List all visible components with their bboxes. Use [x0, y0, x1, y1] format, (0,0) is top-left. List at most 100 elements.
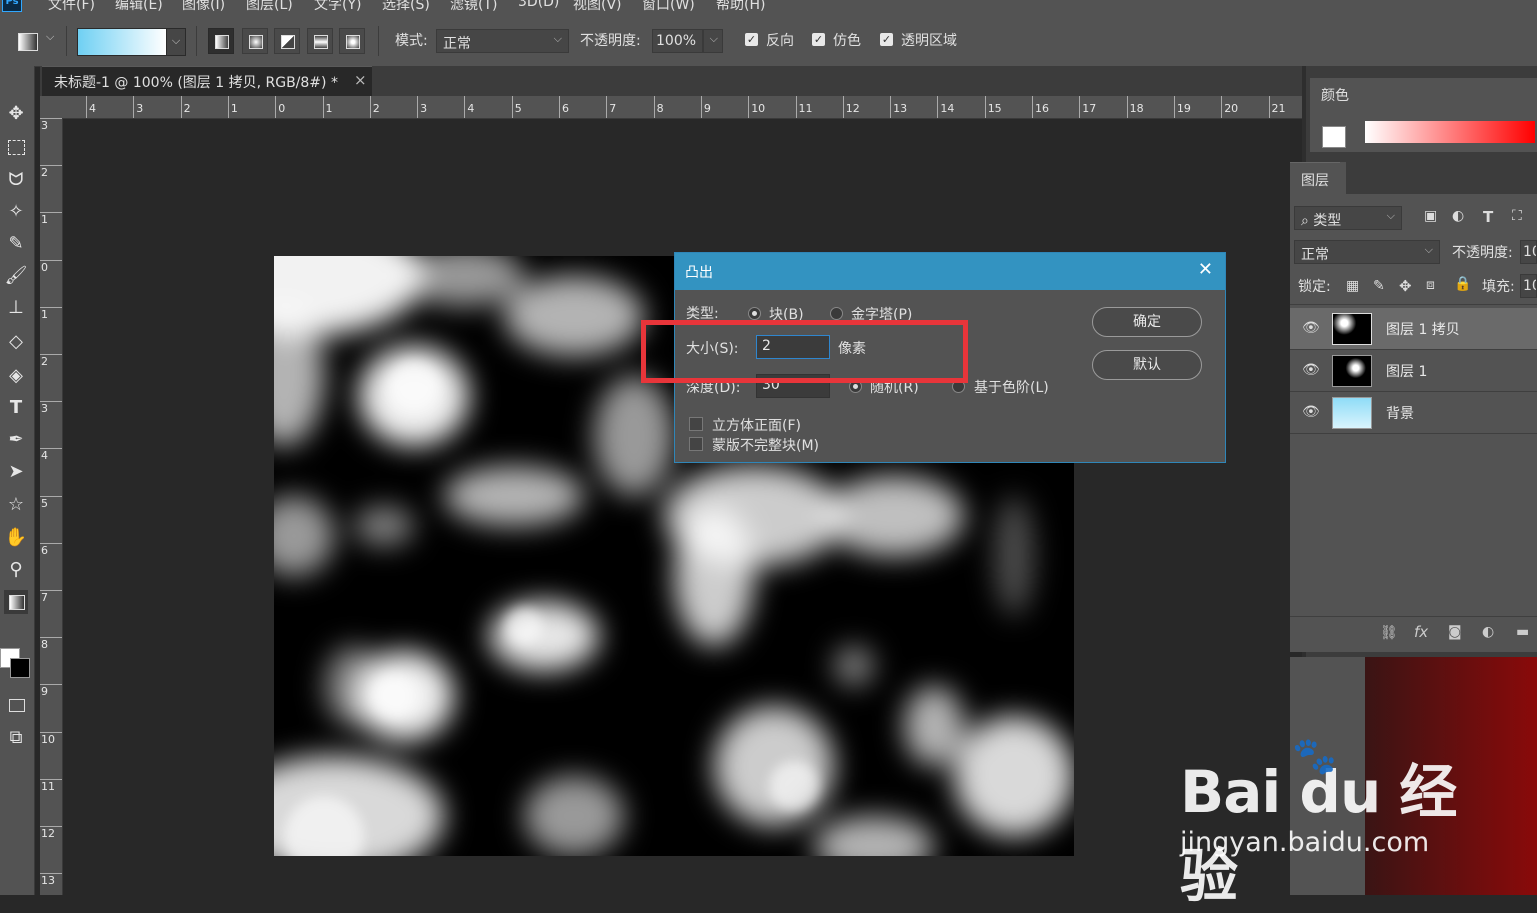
diamond-gradient-button[interactable] — [339, 28, 365, 54]
vertical-ruler[interactable]: 3 2 1 0 1 2 3 4 5 6 7 8 9 10 11 12 13 — [40, 118, 63, 895]
tab-color[interactable]: 颜色 — [1310, 78, 1360, 110]
ruler-tick-label: 11 — [795, 96, 813, 118]
quick-mask-icon[interactable] — [4, 694, 28, 718]
color-ramp-slider[interactable] — [1365, 121, 1535, 143]
shape-tool-icon[interactable]: ☆ — [4, 493, 28, 517]
ruler-tick-label: 4 — [464, 96, 474, 118]
move-tool-icon[interactable]: ✥ — [4, 102, 28, 126]
adjustment-layer-icon[interactable]: ◐ — [1482, 624, 1494, 640]
linear-gradient-button[interactable] — [208, 28, 234, 54]
default-button[interactable]: 默认 — [1092, 350, 1202, 380]
layer-filter-dropdown[interactable]: ⌕ 类型 ⌵ — [1294, 206, 1402, 230]
menu-3d[interactable]: 3D(D) — [518, 0, 559, 10]
new-group-icon[interactable]: ▬ — [1516, 624, 1529, 640]
menu-file[interactable]: 文件(F) — [48, 0, 95, 14]
gradient-preview-swatch[interactable] — [77, 28, 167, 56]
chevron-down-icon: ⌵ — [1424, 243, 1433, 256]
menu-image[interactable]: 图像(I) — [182, 0, 225, 14]
fx-icon[interactable]: fx — [1414, 623, 1428, 641]
menu-view[interactable]: 视图(V) — [573, 0, 622, 14]
blend-mode-dropdown[interactable]: 正常 ⌵ — [1294, 240, 1440, 264]
visibility-eye-icon[interactable]: 👁 — [1302, 320, 1320, 336]
adjustment-filter-icon[interactable]: ◐ — [1452, 208, 1464, 224]
menu-type[interactable]: 文字(Y) — [314, 0, 361, 14]
radial-gradient-button[interactable] — [242, 28, 268, 54]
lock-transparent-icon[interactable]: ▦ — [1346, 278, 1359, 294]
magic-wand-tool-icon[interactable]: ✧ — [4, 200, 28, 224]
opacity-dropdown-chevron[interactable]: ⌵ — [703, 29, 723, 53]
ruler-tick-label: 16 — [1032, 96, 1049, 118]
path-selection-tool-icon[interactable]: ➤ — [4, 460, 28, 484]
menu-edit[interactable]: 编辑(E) — [115, 0, 163, 14]
ok-button[interactable]: 确定 — [1092, 307, 1202, 337]
gradient-tool-icon[interactable] — [18, 33, 38, 51]
eraser-tool-icon[interactable]: ◇ — [4, 330, 28, 354]
link-layers-icon[interactable]: ⛓ — [1380, 625, 1398, 641]
fill-value: 10 — [1523, 278, 1536, 294]
shape-filter-icon[interactable]: ⛶ — [1512, 208, 1522, 224]
ruler-tick-label: 10 — [748, 96, 765, 118]
foreground-color-swatch[interactable] — [1322, 126, 1346, 148]
close-icon[interactable]: × — [354, 71, 367, 89]
dither-label: 仿色 — [833, 33, 861, 49]
layer-opacity-input[interactable]: 10 — [1520, 240, 1537, 264]
mask-incomplete-checkbox[interactable] — [689, 437, 703, 451]
background-color-swatch[interactable] — [10, 658, 30, 678]
dither-checkbox[interactable]: ✓ — [812, 33, 825, 46]
ruler-tick-label: 10 — [40, 731, 62, 772]
lasso-tool-icon[interactable]: ᗢ — [4, 168, 28, 192]
close-icon[interactable]: ✕ — [1198, 259, 1213, 280]
dialog-title: 凸出 — [685, 265, 713, 281]
ruler-tick-label: 6 — [559, 96, 569, 118]
type-filter-icon[interactable]: T — [1483, 208, 1493, 226]
chevron-down-icon[interactable]: ⌵ — [46, 30, 54, 44]
marquee-tool-icon[interactable] — [4, 136, 28, 160]
visibility-eye-icon[interactable]: 👁 — [1302, 362, 1320, 378]
type-block-radio[interactable] — [748, 307, 761, 320]
document-tab[interactable]: 未标题-1 @ 100% (图层 1 拷贝, RGB/8#) * × — [42, 66, 372, 96]
menu-filter[interactable]: 滤镜(T) — [450, 0, 497, 14]
add-mask-icon[interactable]: ◙ — [1448, 624, 1462, 640]
ruler-tick-label: 8 — [653, 96, 664, 118]
menu-help[interactable]: 帮助(H) — [716, 0, 765, 14]
transparency-checkbox[interactable]: ✓ — [880, 33, 893, 46]
menu-window[interactable]: 窗口(W) — [642, 0, 695, 14]
mode-dropdown[interactable]: 正常 ⌵ — [436, 29, 569, 53]
layer-filter-label: 类型 — [1313, 213, 1342, 229]
hand-tool-icon[interactable]: ✋ — [4, 526, 28, 550]
layer-row[interactable]: 👁 图层 1 — [1290, 350, 1537, 392]
reflected-gradient-button[interactable] — [307, 28, 333, 54]
visibility-eye-icon[interactable]: 👁 — [1302, 404, 1320, 420]
dialog-titlebar[interactable]: 凸出 ✕ — [675, 253, 1225, 290]
opacity-value: 100% — [656, 33, 697, 49]
layer-row[interactable]: 👁 图层 1 拷贝 — [1290, 308, 1537, 350]
brush-tool-icon[interactable]: 🖌 — [4, 264, 28, 288]
paint-bucket-tool-icon[interactable]: ◈ — [4, 364, 28, 388]
pen-tool-icon[interactable]: ✒ — [4, 428, 28, 452]
angle-gradient-button[interactable] — [274, 28, 300, 54]
ruler-tick-label: 19 — [1173, 96, 1191, 118]
tab-layers[interactable]: 图层 — [1290, 162, 1340, 194]
lock-artboard-icon[interactable]: ⧈ — [1426, 277, 1435, 293]
opacity-input[interactable]: 100% — [652, 29, 703, 53]
menu-select[interactable]: 选择(S) — [382, 0, 430, 14]
eyedropper-tool-icon[interactable]: ✎ — [4, 232, 28, 256]
fill-input[interactable]: 10 — [1520, 274, 1537, 298]
lock-position-icon[interactable]: ✥ — [1399, 277, 1412, 295]
gradient-tool-icon[interactable] — [4, 590, 28, 614]
horizontal-ruler[interactable]: 4 3 2 1 0 1 2 3 4 5 6 7 8 9 10 11 12 13 14 15 16 17 18 19 20 21 — [62, 96, 1302, 119]
solid-front-checkbox[interactable] — [689, 417, 703, 431]
image-filter-icon[interactable]: ▣ — [1424, 208, 1437, 224]
gradient-picker-chevron-icon[interactable]: ⌵ — [166, 28, 186, 56]
screen-mode-icon[interactable]: ⧉ — [4, 726, 28, 750]
baidu-jingyan-watermark: Bai du 经验 🐾 jingyan.baidu.com — [1180, 735, 1480, 910]
stamp-tool-icon[interactable]: ⊥ — [4, 296, 28, 320]
reverse-checkbox[interactable]: ✓ — [745, 33, 758, 46]
type-pyramid-radio[interactable] — [830, 307, 843, 320]
type-tool-icon[interactable]: T — [4, 396, 28, 420]
menu-layer[interactable]: 图层(L) — [246, 0, 293, 14]
zoom-tool-icon[interactable]: ⚲ — [4, 558, 28, 582]
layer-row[interactable]: 👁 背景 — [1290, 392, 1537, 434]
lock-all-icon[interactable]: 🔒 — [1454, 276, 1471, 292]
lock-pixels-icon[interactable]: ✎ — [1373, 278, 1385, 294]
